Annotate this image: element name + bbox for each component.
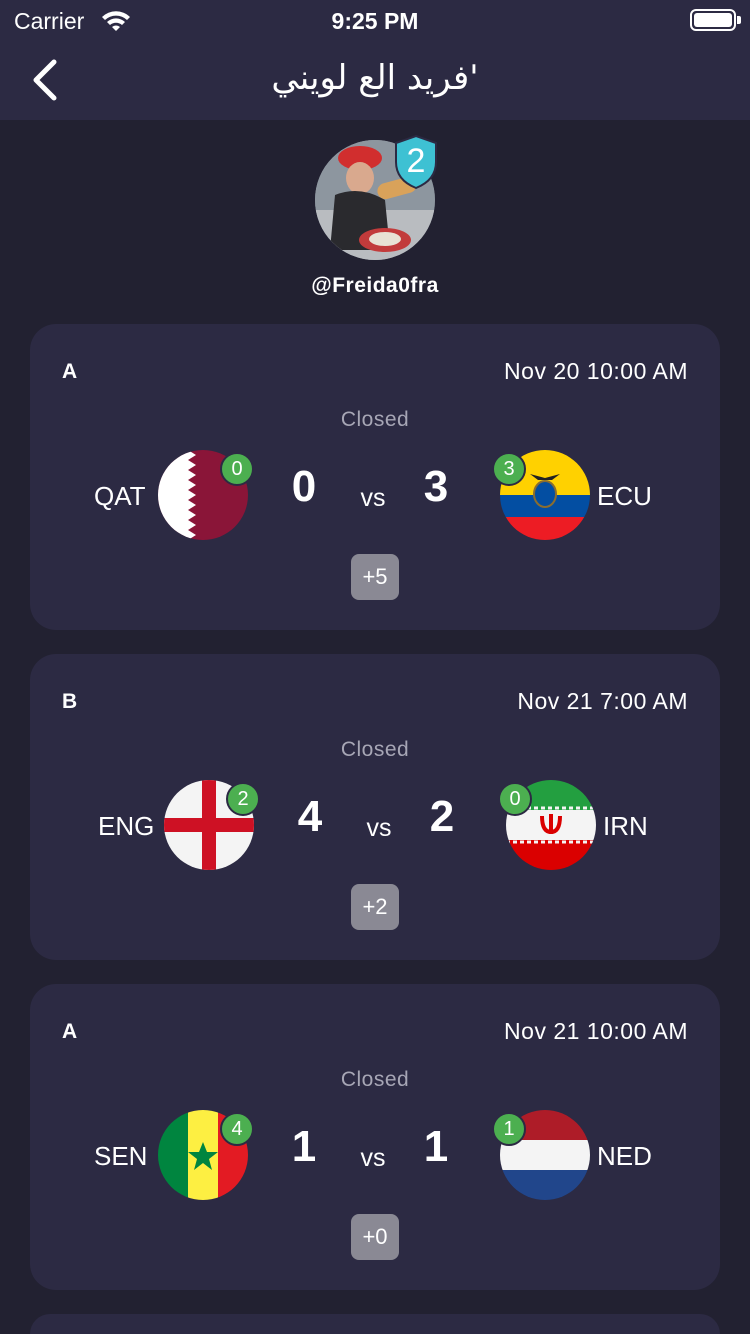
away-score: 3: [423, 462, 449, 511]
more-predictions-button[interactable]: +0: [351, 1214, 399, 1260]
navigation-bar: فريد الع لويني': [0, 40, 750, 120]
home-prediction-badge: 4: [220, 1112, 254, 1146]
match-status: Closed: [340, 1068, 410, 1091]
home-score: 1: [291, 1122, 317, 1171]
home-team-code: ENG: [98, 811, 155, 841]
away-prediction-badge: 3: [492, 452, 526, 486]
home-prediction-badge: 0: [220, 452, 254, 486]
match-date: Nov 21 10:00 AM: [504, 1018, 688, 1044]
back-button[interactable]: [26, 56, 66, 104]
vs-label: vs: [360, 484, 386, 512]
group-label: A: [62, 360, 78, 383]
away-prediction-badge: 0: [498, 782, 532, 816]
group-label: A: [62, 1020, 78, 1043]
username: @Freida0fra: [311, 274, 439, 297]
match-date: Nov 20 10:00 AM: [504, 358, 688, 384]
match-card[interactable]: B Nov 21 7:00 AM Closed ENG 2 4 vs 2 0 I…: [30, 654, 720, 960]
rank-number: 2: [406, 142, 426, 180]
away-team-code: IRN: [603, 811, 648, 841]
vs-label: vs: [360, 1144, 386, 1172]
more-predictions-button[interactable]: +2: [351, 884, 399, 930]
home-team-code: SEN: [94, 1141, 148, 1171]
match-card[interactable]: [30, 1314, 720, 1334]
home-prediction-badge: 2: [226, 782, 260, 816]
match-status: Closed: [340, 738, 410, 761]
status-bar: Carrier 9:25 PM: [0, 0, 750, 40]
home-team-code: QAT: [94, 481, 146, 511]
home-score: 4: [297, 792, 323, 841]
away-score: 2: [429, 792, 455, 841]
match-card[interactable]: A Nov 20 10:00 AM Closed QAT 0 0 vs 3 3 …: [30, 324, 720, 630]
away-team-code: ECU: [597, 481, 652, 511]
match-card[interactable]: A Nov 21 10:00 AM Closed SEN 4 1 vs 1 1 …: [30, 984, 720, 1290]
more-predictions-button[interactable]: +5: [351, 554, 399, 600]
home-score: 0: [291, 462, 317, 511]
away-prediction-badge: 1: [492, 1112, 526, 1146]
clock-time: 9:25 PM: [331, 8, 419, 34]
away-score: 1: [423, 1122, 449, 1171]
user-profile-header: 2 @Freida0fra: [0, 134, 750, 310]
away-team-code: NED: [597, 1141, 652, 1171]
group-label: B: [62, 690, 78, 713]
battery-icon: [690, 9, 741, 31]
page-title: فريد الع لويني': [271, 58, 479, 98]
vs-label: vs: [366, 814, 392, 842]
match-status: Closed: [340, 408, 410, 431]
match-date: Nov 21 7:00 AM: [517, 688, 688, 714]
